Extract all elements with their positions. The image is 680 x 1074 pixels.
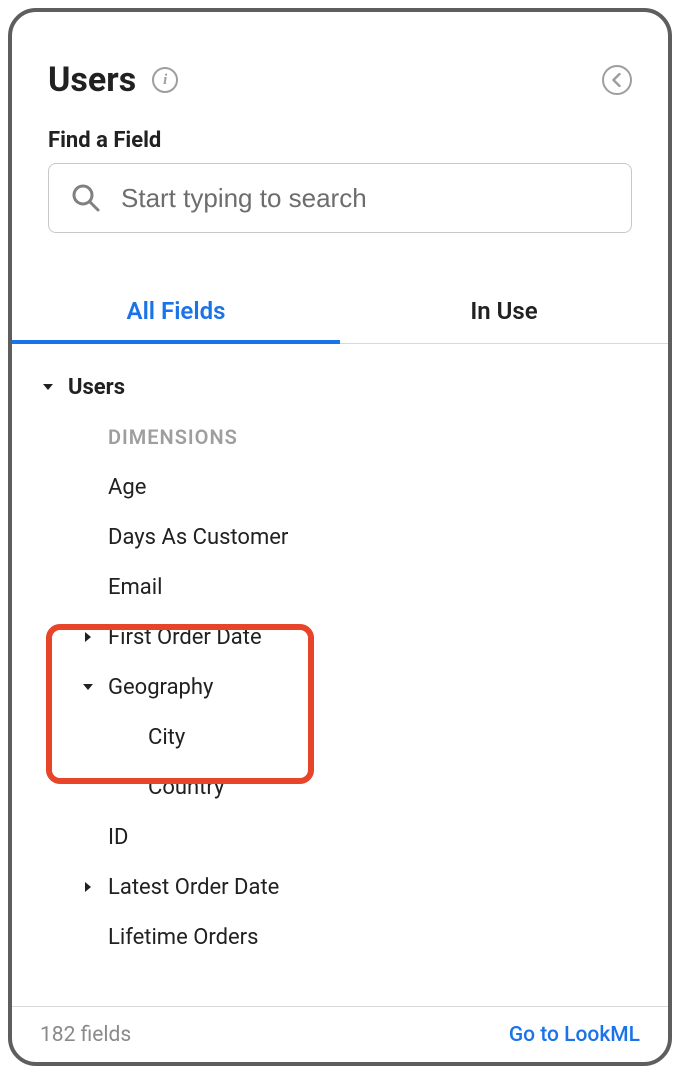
explore-title: Users (48, 60, 136, 100)
field-latest-order-date[interactable]: Latest Order Date (12, 862, 668, 912)
tab-all-fields[interactable]: All Fields (12, 281, 340, 343)
caret-right-icon (68, 881, 108, 893)
search-icon (71, 183, 101, 213)
panel-footer: 182 fields Go to LookML (12, 1006, 668, 1062)
field-email[interactable]: Email (12, 562, 668, 612)
caret-right-icon (68, 631, 108, 643)
field-label: Days As Customer (68, 525, 288, 550)
field-days-as-customer[interactable]: Days As Customer (12, 512, 668, 562)
field-tree: Users DIMENSIONS Age Days As Customer Em… (12, 344, 668, 1006)
field-geography-country[interactable]: Country (12, 762, 668, 812)
collapse-panel-icon[interactable] (602, 65, 632, 95)
view-users[interactable]: Users (12, 362, 668, 412)
field-label: Age (68, 475, 146, 500)
field-picker-panel: Users i Find a Field All Fields In Use (8, 8, 672, 1066)
dimensions-header: DIMENSIONS (12, 412, 668, 462)
field-label: City (148, 725, 185, 750)
fields-count: 182 fields (40, 1023, 131, 1047)
info-icon[interactable]: i (150, 65, 180, 95)
field-label: Email (68, 575, 162, 600)
go-to-lookml-link[interactable]: Go to LookML (509, 1023, 640, 1047)
field-label: First Order Date (108, 625, 262, 650)
field-label: Country (148, 775, 224, 800)
field-label: Geography (108, 675, 213, 700)
field-age[interactable]: Age (12, 462, 668, 512)
field-label: Lifetime Orders (68, 925, 259, 950)
field-label: Latest Order Date (108, 875, 279, 900)
panel-header: Users i (12, 12, 668, 100)
field-geography-city[interactable]: City (12, 712, 668, 762)
field-first-order-date[interactable]: First Order Date (12, 612, 668, 662)
search-label: Find a Field (12, 100, 668, 163)
field-id[interactable]: ID (12, 812, 668, 862)
caret-down-icon (68, 683, 108, 691)
view-label: Users (68, 375, 125, 400)
search-box[interactable] (48, 163, 632, 233)
caret-down-icon (28, 383, 68, 391)
field-lifetime-orders[interactable]: Lifetime Orders (12, 912, 668, 962)
field-geography[interactable]: Geography (12, 662, 668, 712)
tab-in-use[interactable]: In Use (340, 281, 668, 343)
search-input[interactable] (119, 182, 609, 215)
field-tabs: All Fields In Use (12, 281, 668, 344)
field-label: ID (68, 825, 128, 850)
